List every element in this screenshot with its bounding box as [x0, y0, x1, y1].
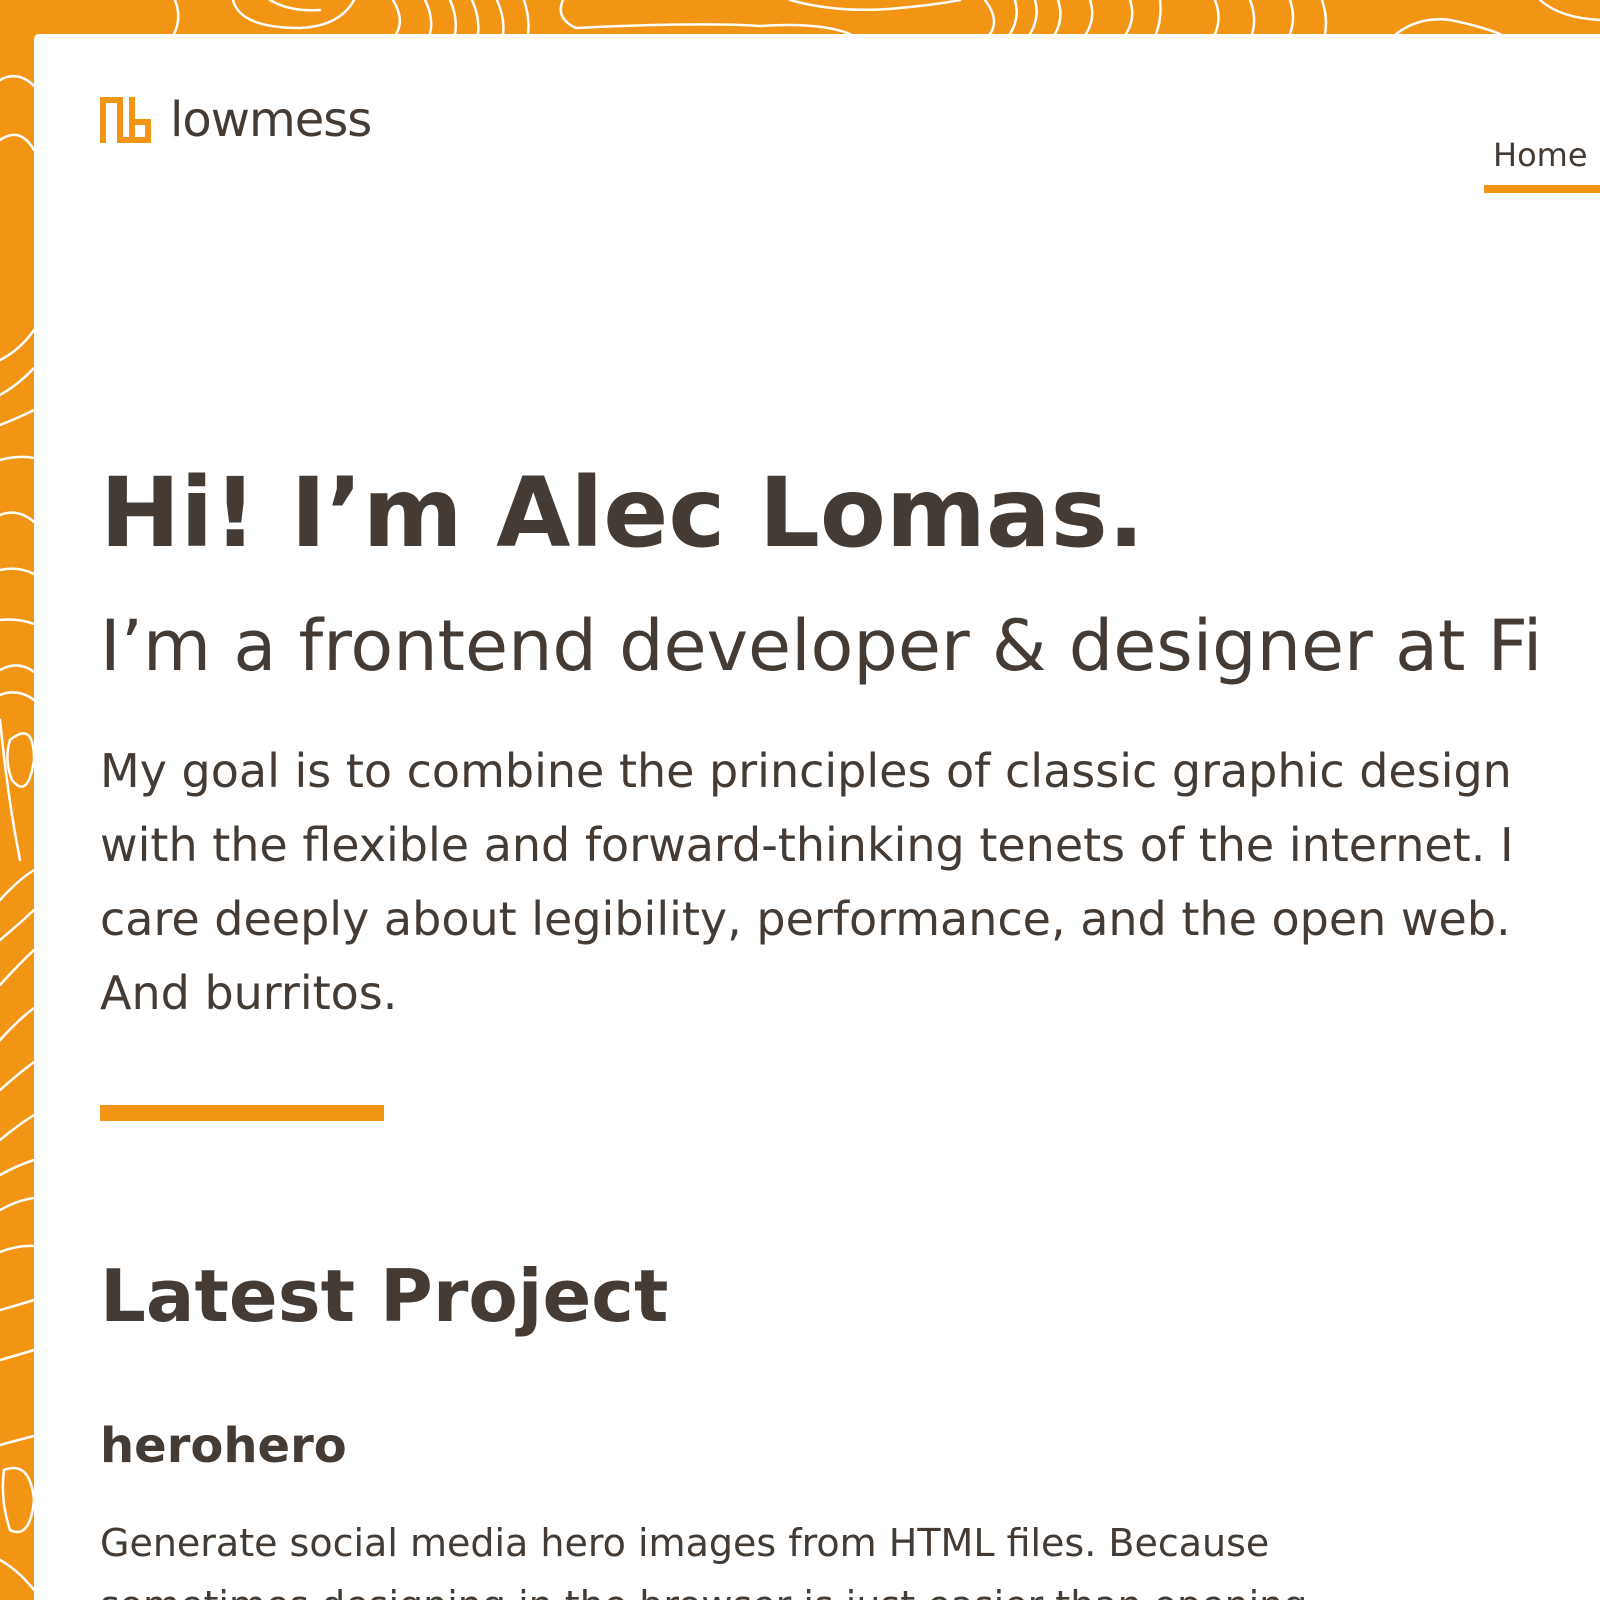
- nav-item-home: Home: [1484, 138, 1600, 193]
- hero-subtitle: I’m a frontend developer & designer at F…: [100, 605, 1543, 687]
- hero-intro-line: And burritos.: [100, 966, 398, 1020]
- project-description-line: sometimes designing in the browser is ju…: [100, 1574, 1307, 1600]
- section-divider: [100, 1105, 384, 1121]
- hero-intro-line: care deeply about legibility, performanc…: [100, 892, 1511, 946]
- site-name: lowmess: [170, 92, 372, 148]
- project-title-link[interactable]: herohero: [100, 1418, 347, 1474]
- main-nav: Home: [1484, 138, 1600, 193]
- site-logo-link[interactable]: lowmess: [100, 92, 372, 148]
- lowmess-logo-icon: [100, 97, 151, 143]
- hero-title: Hi! I’m Alec Lomas.: [100, 457, 1145, 569]
- hero-intro: My goal is to combine the principles of …: [100, 734, 1514, 1030]
- project-description-line: Generate social media hero images from H…: [100, 1521, 1270, 1565]
- latest-project-heading: Latest Project: [100, 1254, 669, 1338]
- project-description: Generate social media hero images from H…: [100, 1512, 1307, 1600]
- page-card: lowmess Home Hi! I’m Alec Lomas. I’m a f…: [34, 34, 1600, 1600]
- site-header: lowmess Home: [34, 34, 1600, 204]
- hero-intro-line: My goal is to combine the principles of …: [100, 744, 1512, 798]
- hero-intro-line: with the flexible and forward-thinking t…: [100, 818, 1514, 872]
- nav-link-home[interactable]: Home: [1484, 138, 1588, 172]
- nav-active-indicator: [1484, 185, 1600, 193]
